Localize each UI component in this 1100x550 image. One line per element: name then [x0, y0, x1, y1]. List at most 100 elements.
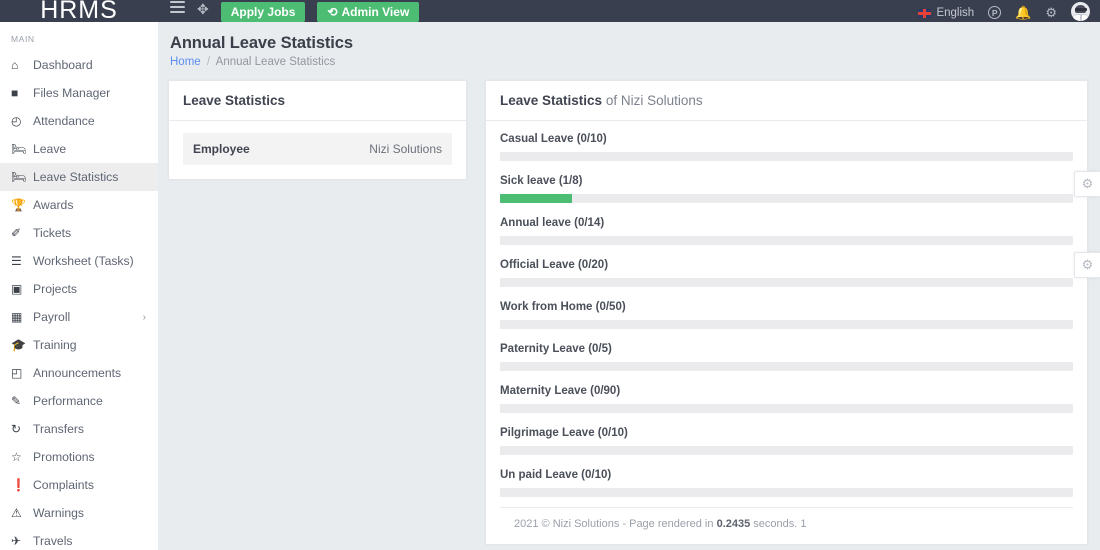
right-card-title-strong: Leave Statistics	[500, 93, 603, 108]
content-columns: Leave Statistics Employee Nizi Solutions…	[158, 68, 1100, 545]
sidebar-item-worksheet-tasks[interactable]: ☰ Worksheet (Tasks)	[0, 247, 158, 275]
sidebar-item-warnings[interactable]: ⚠ Warnings	[0, 499, 158, 527]
settings-gear-button-top[interactable]: ⚙	[1074, 171, 1100, 197]
leave-progress-item: Work from Home (0/50)	[500, 301, 1073, 329]
avatar[interactable]	[1071, 2, 1090, 21]
uk-flag-icon	[918, 8, 932, 18]
ticket-icon: ✐	[11, 226, 22, 240]
leave-progress-item: Un paid Leave (0/10)	[500, 469, 1073, 497]
graduation-icon: 🎓	[11, 338, 26, 352]
app-root: HRMS ✥ Apply Jobs ⟲ Admin View English P…	[0, 0, 1100, 550]
main-content: Annual Leave Statistics Home / Annual Le…	[158, 22, 1100, 550]
leave-progress-fill	[500, 194, 572, 203]
trophy-icon: 🏆	[11, 198, 26, 212]
announcement-icon: ◰	[11, 366, 23, 380]
page-footer: 2021 © Nizi Solutions - Page rendered in…	[500, 507, 1073, 530]
employee-value: Nizi Solutions	[369, 142, 442, 156]
shuffle-icon[interactable]: ✥	[197, 0, 209, 22]
sidebar-item-label: Awards	[33, 198, 74, 212]
leave-progress-label: Work from Home (0/50)	[500, 301, 626, 313]
left-card-body: Employee Nizi Solutions	[169, 121, 466, 179]
breadcrumb-separator: /	[206, 56, 211, 68]
sidebar-item-label: Leave Statistics	[33, 170, 119, 184]
bell-icon[interactable]: 🔔	[1015, 6, 1031, 22]
sidebar-item-training[interactable]: 🎓 Training	[0, 331, 158, 359]
sidebar-item-performance[interactable]: ✎ Performance	[0, 387, 158, 415]
sidebar-item-label: Announcements	[33, 366, 122, 380]
apply-jobs-button[interactable]: Apply Jobs	[220, 2, 306, 22]
leave-progress-track	[500, 236, 1073, 245]
gear-icon[interactable]: ⚙	[1045, 6, 1057, 22]
leave-progress-track	[500, 278, 1073, 287]
sidebar-item-label: Complaints	[33, 478, 94, 492]
clock-icon: ◴	[11, 114, 22, 128]
language-switcher[interactable]: English	[918, 7, 974, 22]
settings-gear-button-bottom[interactable]: ⚙	[1074, 252, 1100, 278]
top-navbar: HRMS ✥ Apply Jobs ⟲ Admin View English P…	[0, 0, 1100, 22]
sidebar-item-complaints[interactable]: ❗ Complaints	[0, 471, 158, 499]
leave-progress-track	[500, 320, 1073, 329]
sidebar-item-travels[interactable]: ✈ Travels	[0, 527, 158, 550]
breadcrumb-home-link[interactable]: Home	[170, 56, 201, 68]
leave-progress-item: Sick leave (1/8)	[500, 175, 1073, 203]
leave-progress-track	[500, 194, 1073, 203]
sidebar-item-label: Files Manager	[33, 86, 111, 100]
sidebar-item-projects[interactable]: ▣ Projects	[0, 275, 158, 303]
refresh-icon: ↻	[11, 422, 22, 436]
star-icon: ☆	[11, 450, 22, 464]
leave-progress-item: Paternity Leave (0/5)	[500, 343, 1073, 371]
sidebar-item-leave-statistics[interactable]: 🛏 Leave Statistics	[0, 163, 158, 191]
sidebar-item-label: Warnings	[33, 506, 85, 520]
edit-square-icon: ✎	[11, 394, 22, 408]
page-title: Annual Leave Statistics	[170, 34, 353, 52]
sidebar-item-transfers[interactable]: ↻ Transfers	[0, 415, 158, 443]
sidebar-item-dashboard[interactable]: ⌂ Dashboard	[0, 51, 158, 79]
sidebar-item-payroll[interactable]: ▦ Payroll ›	[0, 303, 158, 331]
sidebar-item-label: Worksheet (Tasks)	[33, 254, 134, 268]
sidebar-item-promotions[interactable]: ☆ Promotions	[0, 443, 158, 471]
brand-logo[interactable]: HRMS	[0, 0, 158, 22]
navbar-right-controls: English P 🔔 ⚙	[918, 0, 1100, 22]
plane-icon: ✈	[11, 534, 22, 548]
admin-view-label: Admin View	[341, 5, 410, 19]
leave-progress-item: Annual leave (0/14)	[500, 217, 1073, 245]
employee-row: Employee Nizi Solutions	[183, 133, 452, 165]
bed-icon: 🛏	[11, 142, 27, 156]
file-icon: ■	[11, 86, 19, 100]
admin-view-button[interactable]: ⟲ Admin View	[317, 2, 420, 22]
leave-progress-label: Pilgrimage Leave (0/10)	[500, 427, 628, 439]
sidebar-item-label: Promotions	[33, 450, 95, 464]
leave-statistics-summary-card: Leave Statistics Employee Nizi Solutions	[168, 80, 467, 180]
leave-progress-track	[500, 488, 1073, 497]
navbar-left-controls: ✥ Apply Jobs ⟲ Admin View	[158, 0, 420, 22]
exclamation-icon: ❗	[11, 478, 26, 492]
sidebar-item-label: Travels	[33, 534, 73, 548]
leave-progress-item: Pilgrimage Leave (0/10)	[500, 427, 1073, 455]
breadcrumb: Home / Annual Leave Statistics	[158, 53, 1100, 68]
sidebar-item-attendance[interactable]: ◴ Attendance	[0, 107, 158, 135]
sidebar-item-leave[interactable]: 🛏 Leave	[0, 135, 158, 163]
hamburger-icon[interactable]	[170, 1, 185, 22]
footer-text-post: seconds. 1	[750, 518, 807, 530]
sidebar-item-label: Projects	[33, 282, 78, 296]
apply-jobs-label: Apply Jobs	[230, 5, 296, 19]
warning-icon: ⚠	[11, 506, 22, 520]
sidebar-item-list: ⌂ Dashboard ■ Files Manager ◴ Attendance 🛏 Leav…	[0, 51, 158, 550]
right-card-title: Leave Statistics of Nizi Solutions	[486, 81, 1087, 121]
bed-icon: 🛏	[11, 170, 27, 184]
home-icon: ⌂	[11, 58, 19, 72]
sidebar-item-label: Transfers	[33, 422, 85, 436]
sidebar-item-awards[interactable]: 🏆 Awards	[0, 191, 158, 219]
sidebar-item-tickets[interactable]: ✐ Tickets	[0, 219, 158, 247]
leave-progress-label: Annual leave (0/14)	[500, 217, 605, 229]
progress-items-container: Casual Leave (0/10) Sick leave (1/8) Annua…	[500, 133, 1073, 497]
sidebar-item-announcements[interactable]: ◰ Announcements	[0, 359, 158, 387]
sidebar-item-files-manager[interactable]: ■ Files Manager	[0, 79, 158, 107]
calculator-icon: ▦	[11, 310, 23, 324]
projects-icon: ▣	[11, 282, 23, 296]
language-label: English	[936, 7, 975, 19]
leave-progress-label: Maternity Leave (0/90)	[500, 385, 621, 397]
p-circle-icon[interactable]: P	[988, 6, 1002, 19]
sidebar-item-label: Payroll	[33, 310, 71, 324]
chevron-right-icon: ›	[142, 311, 146, 323]
